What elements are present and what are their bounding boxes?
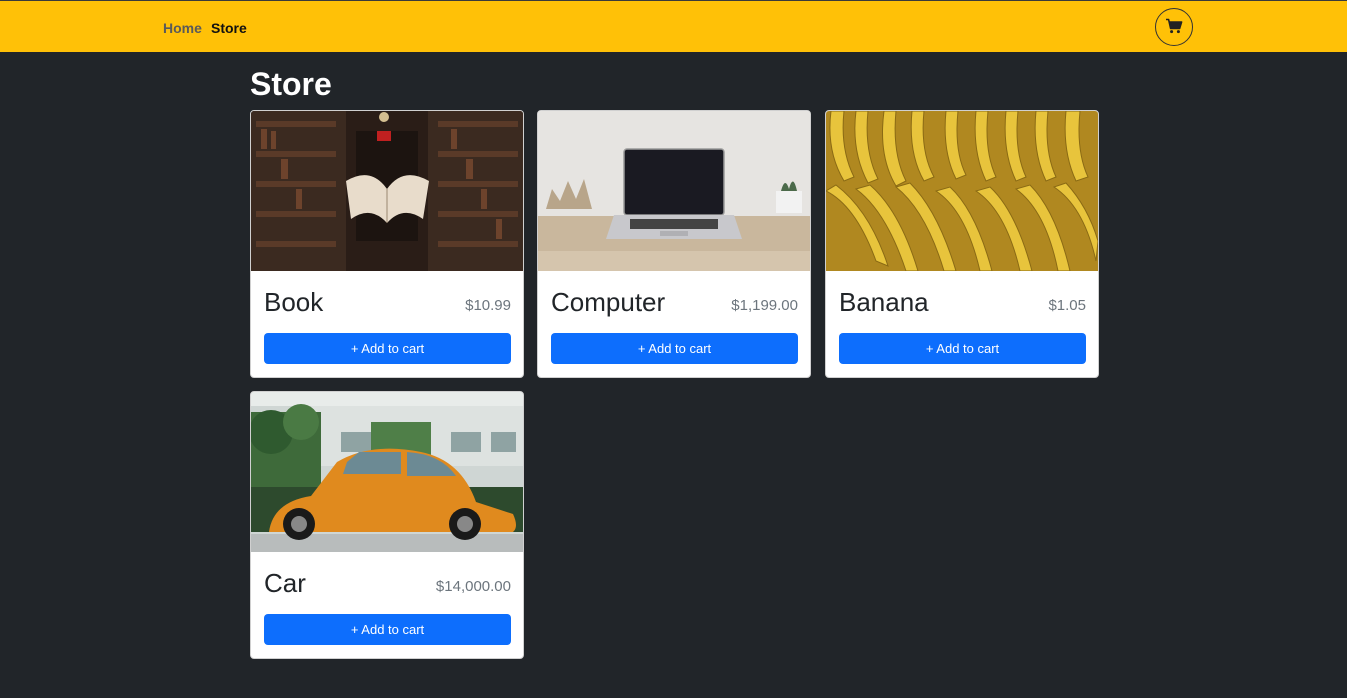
nav-home-link[interactable]: Home <box>163 20 202 36</box>
nav-store-link[interactable]: Store <box>211 20 247 36</box>
product-name: Book <box>264 287 324 317</box>
cart-icon <box>1165 18 1183 37</box>
add-to-cart-button[interactable]: + Add to cart <box>264 333 511 364</box>
product-image-computer <box>538 111 810 271</box>
product-card-book: Book $10.99 + Add to cart <box>250 110 524 378</box>
product-image-book <box>251 111 523 271</box>
product-image-banana <box>826 111 1098 271</box>
product-card-car: Car $14,000.00 + Add to cart <box>250 391 524 659</box>
product-price: $1.05 <box>1048 297 1086 314</box>
product-card-banana: Banana $1.05 + Add to cart <box>825 110 1099 378</box>
product-image-car <box>251 392 523 552</box>
product-name: Car <box>264 568 306 598</box>
product-price: $10.99 <box>465 297 511 314</box>
page-title: Store <box>250 66 332 102</box>
add-to-cart-button[interactable]: + Add to cart <box>264 614 511 645</box>
navbar: Home Store <box>0 0 1347 52</box>
product-name: Banana <box>839 287 929 317</box>
product-card-computer: Computer $1,199.00 + Add to cart <box>537 110 811 378</box>
add-to-cart-button[interactable]: + Add to cart <box>551 333 798 364</box>
cart-button[interactable] <box>1155 8 1193 46</box>
add-to-cart-button[interactable]: + Add to cart <box>839 333 1086 364</box>
product-price: $14,000.00 <box>435 578 511 595</box>
product-price: $1,199.00 <box>731 297 798 314</box>
product-name: Computer <box>551 287 666 317</box>
